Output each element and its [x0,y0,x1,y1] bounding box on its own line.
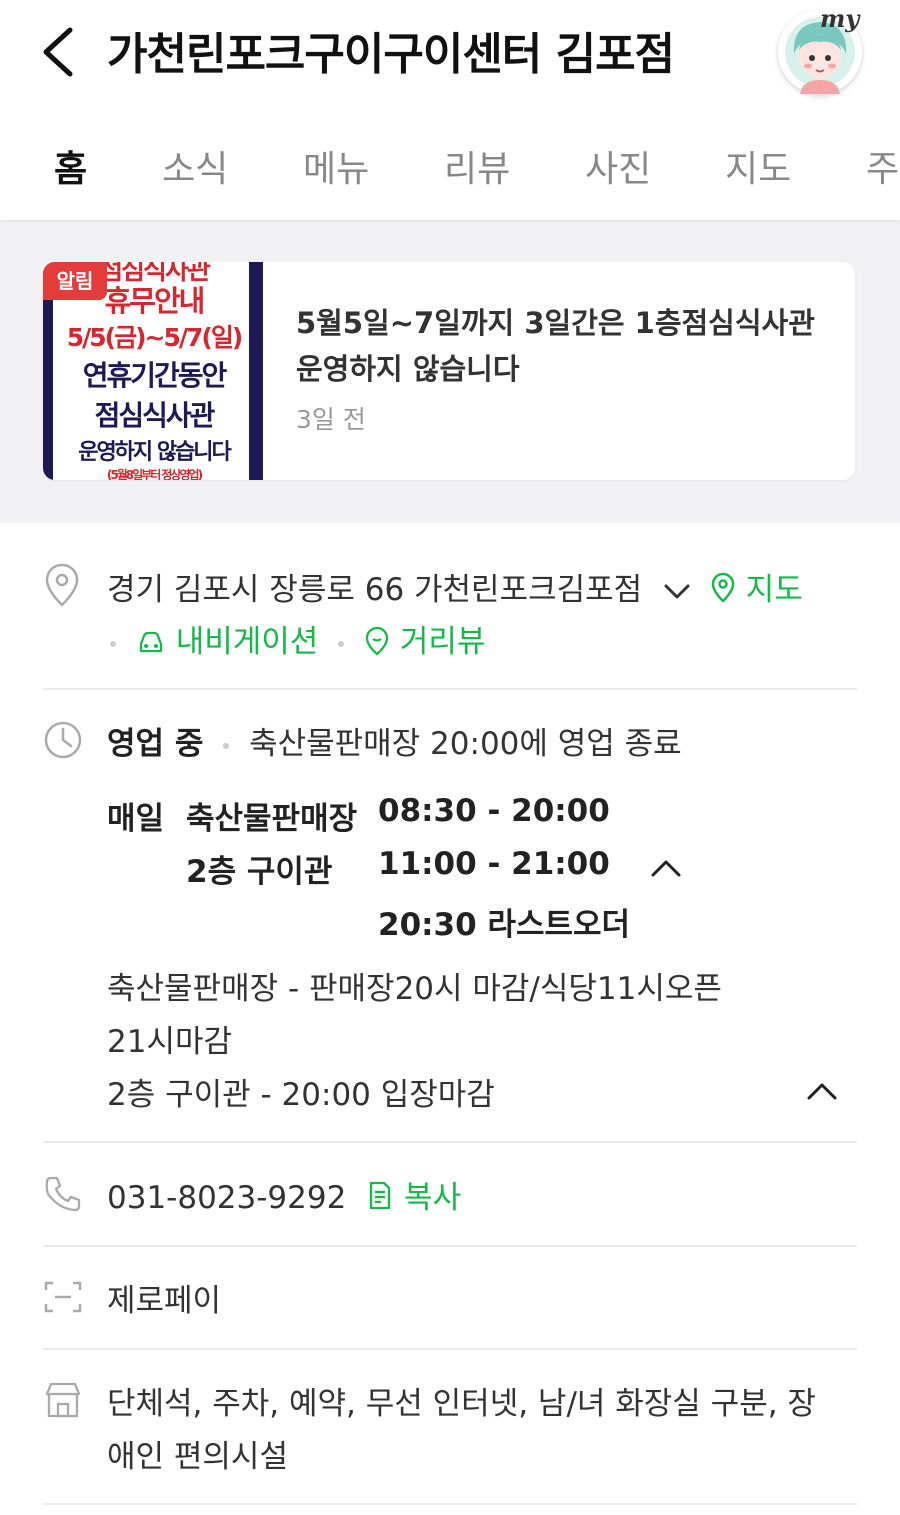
chevron-left-icon [43,27,73,77]
map-link-label: 지도 [745,572,803,608]
hours-time: 11:00 - 21:00 [378,846,610,882]
separator-dot [223,742,230,749]
tab-review[interactable]: 리뷰 [444,140,510,192]
top-header: 가천린포크구이구이센터 김포점 my 홈 소식 메뉴 리뷰 사진 지도 주 [0,0,900,220]
divider [43,688,857,690]
map-pin-icon [711,572,735,603]
payment-method: 제로페이 [107,1283,222,1319]
notes-collapse-button[interactable] [804,1079,840,1107]
notice-badge: 알림 [43,262,107,300]
address-expand-button[interactable] [662,574,692,610]
separator-dot [338,640,345,647]
address-text: 경기 김포시 장릉로 66 가천린포크김포점 [107,572,643,608]
hours-time: 08:30 - 20:00 [378,793,610,829]
tab-map[interactable]: 지도 [725,140,791,192]
notice-card[interactable]: 점심식사관 휴무안내 5/5(금)~5/7(일) 연휴기간동안 점심식사관 운영… [43,262,855,480]
last-order: 20:30 라스트오더 [378,907,631,943]
copy-phone-button[interactable]: 복사 [366,1180,461,1216]
amenities-line: 단체석, 주차, 예약, 무선 인터넷, 남/녀 화장실 구분, 장 [107,1386,816,1422]
store-icon [43,1380,83,1424]
divider [43,1141,857,1143]
page-title: 가천린포크구이구이센터 김포점 [107,29,675,80]
hours-day: 매일 [107,801,165,837]
notice-image-line: (5월8일부터 정상영업) [106,468,203,480]
my-label: my [820,4,860,33]
divider [43,1245,857,1247]
streetview-link[interactable]: 거리뷰 [364,624,485,660]
tab-news[interactable]: 소식 [162,140,228,192]
notice-image-line: 연휴기간동안 [82,359,228,392]
tab-bar: 홈 소식 메뉴 리뷰 사진 지도 주 [0,130,900,200]
streetview-link-label: 거리뷰 [399,624,486,660]
divider [43,1348,857,1350]
phone-number[interactable]: 031-8023-9292 [107,1180,346,1216]
copy-icon [370,1181,391,1210]
map-link[interactable]: 지도 [710,572,803,608]
notice-image-line: 운영하지 않습니다 [78,440,232,465]
tab-home[interactable]: 홈 [54,140,87,192]
notice-time: 3일 전 [296,405,366,434]
hours-note-line: 21시마감 [107,1024,233,1060]
notice-text: 5월5일~7일까지 3일간은 1층점심식사관 운영하지 않습니다 [296,306,815,386]
streetview-pin-icon [365,626,389,656]
hours-place: 2층 구이관 [186,854,333,890]
scan-qr-icon [43,1280,83,1318]
location-pin-icon [43,562,81,612]
chevron-up-icon [651,860,681,877]
copy-label: 복사 [404,1180,462,1216]
amenities-line: 애인 편의시설 [107,1439,288,1475]
address-links-row: 내비게이션 거리뷰 [100,616,485,661]
chevron-up-icon [807,1083,837,1100]
tab-menu[interactable]: 메뉴 [303,140,369,192]
hours-place: 축산물판매장 [186,801,358,837]
tab-more[interactable]: 주 [866,140,899,192]
hours-summary-row: 영업 중 축산물판매장 20:00에 영업 종료 [107,718,682,763]
hours-collapse-button[interactable] [648,856,684,884]
navigation-link[interactable]: 내비게이션 [136,624,328,660]
clock-icon [43,720,83,764]
phone-icon [43,1174,83,1218]
business-status: 영업 중 [107,726,204,762]
car-icon [139,631,163,653]
hours-note-line: 2층 구이관 - 20:00 입장마감 [107,1077,495,1113]
phone-row: 031-8023-9292 복사 [107,1172,461,1217]
tab-photo[interactable]: 사진 [585,140,651,192]
notice-image-line: 점심식사관 [94,399,216,432]
navigation-link-label: 내비게이션 [175,624,319,660]
hours-note-line: 축산물판매장 - 판매장20시 마감/식당11시오픈 [107,971,722,1007]
divider [43,1503,857,1505]
chevron-down-icon [664,584,690,598]
notice-image-line: 5/5(금)~5/7(일) [66,323,244,352]
hours-summary: 축산물판매장 20:00에 영업 종료 [249,726,682,762]
back-button[interactable] [36,22,86,82]
separator-dot [110,640,116,647]
address-row: 경기 김포시 장릉로 66 가천린포크김포점 지도 [107,564,803,610]
